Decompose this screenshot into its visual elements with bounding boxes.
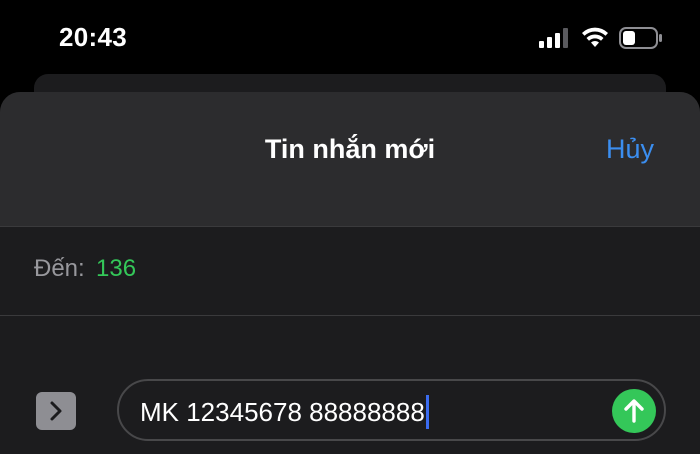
page-title: Tin nhắn mới bbox=[264, 134, 436, 164]
nav-bar: Tin nhắn mới Hủy bbox=[0, 92, 700, 226]
send-button[interactable] bbox=[612, 389, 656, 433]
new-message-sheet: Tin nhắn mới Hủy Đến: 136 MK 12345678 88… bbox=[0, 92, 700, 454]
text-caret bbox=[425, 395, 429, 429]
wifi-icon bbox=[582, 27, 608, 47]
recipient-row[interactable]: Đến: 136 bbox=[0, 226, 700, 316]
recipient-value[interactable]: 136 bbox=[96, 255, 136, 283]
battery-icon bbox=[619, 27, 662, 49]
recipient-label: Đến: bbox=[34, 255, 85, 282]
signal-icon bbox=[539, 28, 568, 48]
expand-apps-button[interactable] bbox=[36, 392, 76, 430]
arrow-up-icon bbox=[624, 399, 644, 423]
message-input[interactable]: MK 12345678 88888888 bbox=[117, 379, 666, 441]
screen: 20:43 Tin nhắn mới Hủy Đến: 136 MK 12345… bbox=[0, 0, 700, 454]
cancel-button[interactable]: Hủy bbox=[606, 134, 654, 165]
status-time: 20:43 bbox=[59, 22, 127, 52]
chevron-right-icon bbox=[50, 401, 62, 421]
message-text: MK 12345678 88888888 bbox=[140, 395, 429, 429]
status-bar: 20:43 bbox=[0, 0, 700, 72]
message-text-value: MK 12345678 88888888 bbox=[140, 397, 425, 427]
